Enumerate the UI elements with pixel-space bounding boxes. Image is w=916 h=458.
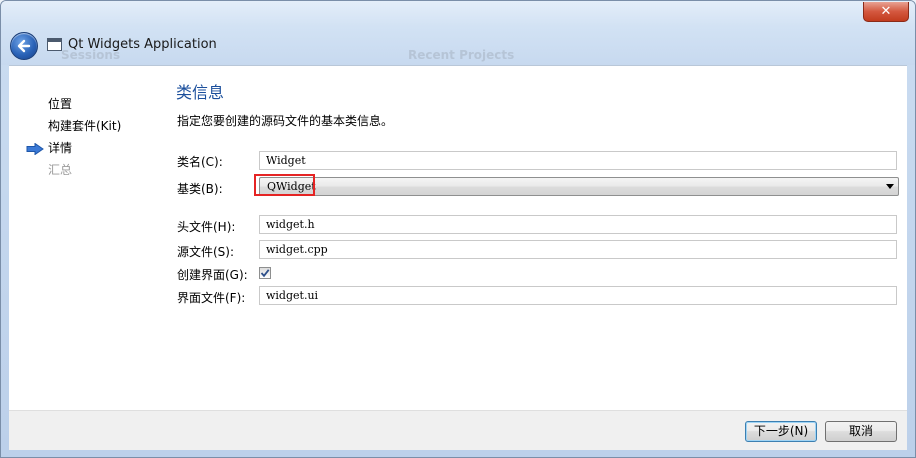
sidebar-item-kit: 构建套件(Kit) [48, 119, 122, 133]
application-window-icon [47, 38, 62, 51]
sidebar-item-details: 详情 [48, 141, 73, 155]
wizard-page: 位置 构建套件(Kit) 详情 汇总 类信息 指定您要创建的源码文件的基本类信息… [9, 65, 907, 411]
window-title: Qt Widgets Application [68, 37, 217, 52]
base-class-value: QWidget [267, 180, 316, 193]
next-button[interactable]: 下一步(N) [745, 421, 817, 442]
current-step-arrow-icon [26, 143, 44, 155]
form-file-label: 界面文件(F): [177, 291, 246, 305]
generate-form-checkbox[interactable] [259, 267, 271, 279]
source-file-label: 源文件(S): [177, 245, 235, 259]
wizard-window: Sessions Recent Projects Qt Widgets Appl… [0, 0, 916, 458]
source-file-input[interactable]: widget.cpp [259, 240, 897, 259]
page-title: 类信息 [176, 83, 225, 102]
class-name-label: 类名(C): [177, 155, 223, 169]
base-class-label: 基类(B): [177, 182, 223, 196]
cancel-button[interactable]: 取消 [825, 421, 897, 442]
form-file-input[interactable]: widget.ui [259, 286, 897, 305]
back-arrow-icon [17, 39, 31, 53]
page-description: 指定您要创建的源码文件的基本类信息。 [177, 114, 394, 128]
header-file-input[interactable]: widget.h [259, 215, 897, 234]
generate-form-label: 创建界面(G): [177, 268, 248, 282]
button-bar: 下一步(N) 取消 [9, 410, 907, 450]
close-button[interactable]: ✕ [863, 2, 909, 22]
sidebar-item-summary: 汇总 [48, 163, 73, 177]
base-class-select[interactable]: QWidget [259, 177, 899, 196]
title-bar[interactable]: Sessions Recent Projects Qt Widgets Appl… [1, 1, 915, 65]
class-name-input[interactable]: Widget [259, 151, 897, 170]
header-file-label: 头文件(H): [177, 220, 236, 234]
sidebar-item-location: 位置 [48, 97, 73, 111]
close-icon: ✕ [880, 4, 892, 19]
chevron-down-icon [886, 184, 894, 189]
back-button[interactable] [10, 32, 38, 60]
checkmark-icon [260, 269, 270, 278]
background-recent-projects-text: Recent Projects [408, 48, 515, 62]
